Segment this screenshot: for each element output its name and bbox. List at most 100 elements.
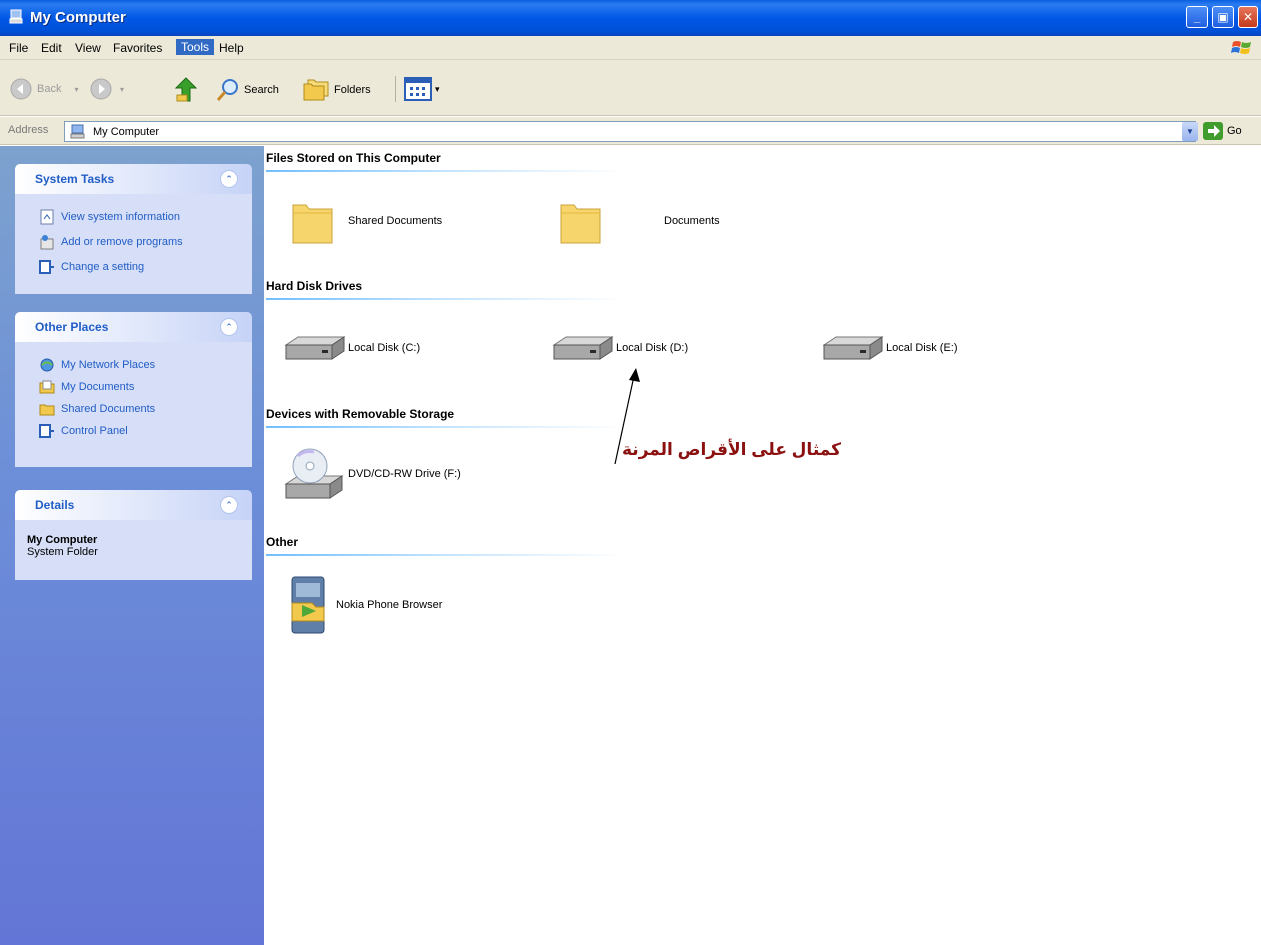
minimize-button[interactable]: _: [1186, 6, 1208, 28]
close-button[interactable]: ✕: [1238, 6, 1258, 28]
place-my-network-places[interactable]: My Network Places: [39, 354, 240, 376]
views-button[interactable]: ▾: [404, 77, 440, 101]
dvd-drive-icon: [284, 448, 344, 499]
collapse-icon[interactable]: ⌃: [220, 170, 238, 188]
folder-icon: [292, 204, 333, 244]
item-label: DVD/CD-RW Drive (F:): [348, 468, 461, 480]
back-label: Back: [37, 83, 62, 95]
section-files-title: Files Stored on This Computer: [266, 151, 441, 165]
item-label: Shared Documents: [348, 215, 443, 227]
views-dropdown-icon: ▾: [435, 83, 440, 94]
search-label: Search: [244, 84, 279, 96]
folder-documents[interactable]: Documents: [558, 197, 720, 245]
place-label: My Network Places: [61, 359, 156, 371]
place-label: My Documents: [61, 381, 135, 393]
task-add-remove-programs[interactable]: Add or remove programs: [39, 229, 240, 254]
maximize-button[interactable]: ▣: [1212, 6, 1234, 28]
details-title: Details: [35, 498, 75, 512]
place-label: Shared Documents: [61, 403, 156, 415]
forward-button[interactable]: ▾: [90, 78, 124, 100]
toolbar: Back ▾ ▾ Search Folders ▾: [0, 60, 1261, 116]
item-label: Local Disk (E:): [886, 342, 958, 354]
address-label: Address: [8, 124, 49, 136]
details-name: My Computer: [27, 534, 98, 546]
toolbar-separator: [395, 76, 396, 102]
other-places-header[interactable]: Other Places ⌃: [15, 312, 252, 342]
phone-browser-icon: [291, 576, 325, 634]
section-divider: [266, 554, 626, 556]
task-change-setting[interactable]: Change a setting: [39, 254, 240, 279]
place-my-documents[interactable]: My Documents: [39, 376, 240, 398]
back-arrow-icon: [10, 78, 32, 100]
menu-edit[interactable]: Edit: [36, 40, 67, 56]
control-panel-icon: [39, 424, 54, 438]
details-panel: Details ⌃ My Computer System Folder: [15, 490, 252, 580]
details-type: System Folder: [27, 546, 98, 558]
collapse-icon[interactable]: ⌃: [220, 496, 238, 514]
windows-logo-icon: [1231, 41, 1251, 54]
back-button[interactable]: Back ▾: [10, 78, 78, 100]
task-view-system-info[interactable]: View system information: [39, 204, 240, 229]
add-remove-programs-icon: [40, 234, 54, 249]
other-places-title: Other Places: [35, 320, 109, 334]
folder-icon: [39, 404, 55, 416]
my-computer-icon: [70, 124, 85, 138]
menu-favorites[interactable]: Favorites: [108, 40, 167, 56]
go-label: Go: [1227, 125, 1242, 137]
section-removable-title: Devices with Removable Storage: [266, 407, 455, 421]
item-label: Local Disk (C:): [348, 342, 421, 354]
address-input[interactable]: My Computer: [64, 121, 1196, 142]
other-places-panel: Other Places ⌃ My Network Places My Docu…: [15, 312, 252, 467]
item-label: Nokia Phone Browser: [336, 599, 443, 611]
hard-disk-icon: [822, 336, 884, 360]
collapse-icon[interactable]: ⌃: [220, 318, 238, 336]
task-label: Add or remove programs: [61, 235, 183, 248]
drive-f[interactable]: DVD/CD-RW Drive (F:): [284, 446, 461, 502]
go-arrow-icon: [1203, 122, 1223, 140]
drive-c[interactable]: Local Disk (C:): [284, 335, 420, 361]
back-dropdown-icon: ▾: [74, 84, 79, 94]
title-bar: My Computer _ ▣ ✕: [0, 0, 1261, 36]
section-divider: [266, 170, 626, 172]
search-icon: [216, 79, 238, 101]
section-divider: [266, 298, 626, 300]
forward-dropdown-icon: ▾: [120, 84, 125, 94]
address-value: My Computer: [93, 125, 160, 138]
folders-icon: [303, 79, 329, 101]
system-tasks-title: System Tasks: [35, 172, 115, 186]
menu-help[interactable]: Help: [214, 40, 249, 56]
window-title: My Computer: [30, 9, 126, 26]
control-panel-icon: [39, 259, 54, 274]
task-label: View system information: [61, 210, 181, 223]
my-computer-icon: [9, 9, 23, 24]
up-folder-button[interactable]: [174, 77, 198, 103]
task-label: Change a setting: [61, 260, 145, 273]
my-documents-icon: [39, 380, 55, 394]
drive-d[interactable]: Local Disk (D:): [552, 335, 688, 361]
menu-tools[interactable]: Tools: [176, 39, 215, 55]
menu-file[interactable]: File: [4, 40, 33, 56]
folder-shared-documents[interactable]: Shared Documents: [290, 197, 442, 245]
search-button[interactable]: Search: [216, 78, 279, 102]
forward-arrow-icon: [90, 78, 112, 100]
system-info-icon: [40, 209, 54, 224]
system-tasks-header[interactable]: System Tasks ⌃: [15, 164, 252, 194]
place-control-panel[interactable]: Control Panel: [39, 420, 240, 442]
section-divider: [266, 426, 626, 428]
drive-e[interactable]: Local Disk (E:): [822, 335, 958, 361]
go-button[interactable]: Go: [1203, 122, 1242, 140]
folders-label: Folders: [334, 84, 371, 96]
address-dropdown-button[interactable]: ▼: [1182, 122, 1198, 141]
nokia-phone-browser[interactable]: Nokia Phone Browser: [290, 575, 442, 635]
task-pane: System Tasks ⌃ View system information A…: [0, 146, 264, 945]
place-shared-documents[interactable]: Shared Documents: [39, 398, 240, 420]
folders-button[interactable]: Folders: [302, 78, 371, 102]
network-places-icon: [40, 358, 54, 372]
views-icon: [404, 77, 432, 101]
folder-icon: [560, 204, 601, 244]
details-header[interactable]: Details ⌃: [15, 490, 252, 520]
hard-disk-icon: [284, 336, 346, 360]
system-tasks-panel: System Tasks ⌃ View system information A…: [15, 164, 252, 294]
hard-disk-icon: [552, 336, 614, 360]
menu-view[interactable]: View: [70, 40, 106, 56]
